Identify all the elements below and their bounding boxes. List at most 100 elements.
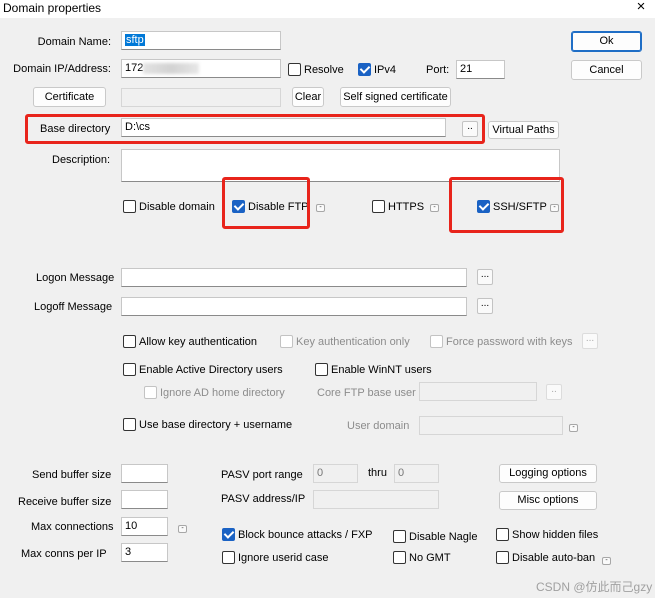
domain-properties-dialog: Domain properties × Ok Cancel Domain Nam… — [0, 0, 655, 598]
certificate-field — [121, 88, 281, 107]
key-auth-only-checkbox-box — [280, 335, 293, 348]
domain-ip-label: Domain IP/Address: — [13, 63, 111, 75]
enable-winnt-users-label: Enable WinNT users — [331, 363, 432, 376]
title-bar: Domain properties × — [0, 0, 655, 18]
port-label: Port: — [426, 64, 450, 76]
receive-buffer-label: Receive buffer size — [18, 496, 112, 508]
use-base-dir-username-label: Use base directory + username — [139, 418, 293, 431]
enable-ad-users-checkbox-box — [123, 363, 136, 376]
logoff-message-browse-button[interactable]: ... — [477, 298, 493, 314]
resolve-checkbox[interactable]: Resolve — [288, 62, 344, 77]
max-connections-label: Max connections — [31, 521, 114, 533]
disable-nagle-checkbox[interactable]: Disable Nagle — [393, 529, 477, 544]
ignore-ad-home-label: Ignore AD home directory — [160, 386, 285, 399]
pasv-address-input[interactable] — [313, 490, 439, 509]
ok-button[interactable]: Ok — [571, 31, 642, 52]
ignore-userid-case-label: Ignore userid case — [238, 551, 329, 564]
close-icon[interactable]: × — [632, 0, 650, 16]
pasv-address-label: PASV address/IP — [221, 493, 306, 505]
watermark: CSDN @仿此而己gzy — [536, 580, 653, 594]
disable-nagle-checkbox-box — [393, 530, 406, 543]
allow-key-auth-label: Allow key authentication — [139, 335, 258, 348]
block-bounce-label: Block bounce attacks / FXP — [238, 528, 373, 541]
enable-winnt-users-checkbox[interactable]: Enable WinNT users — [315, 362, 432, 377]
resolve-checkbox-box — [288, 63, 301, 76]
ignore-userid-case-checkbox-box — [222, 551, 235, 564]
force-password-keys-checkbox[interactable]: Force password with keys — [430, 334, 573, 349]
domain-name-input[interactable]: sftp — [121, 31, 281, 50]
ignore-ad-home-checkbox[interactable]: Ignore AD home directory — [144, 385, 285, 400]
disable-domain-checkbox-box — [123, 200, 136, 213]
show-hidden-files-checkbox[interactable]: Show hidden files — [496, 527, 598, 542]
disable-nagle-label: Disable Nagle — [409, 530, 478, 543]
key-settings-button[interactable]: ... — [582, 333, 598, 349]
domain-name-label: Domain Name: — [37, 36, 111, 48]
force-password-keys-label: Force password with keys — [446, 335, 573, 348]
highlight-disable-ftp — [222, 177, 310, 229]
max-connections-settings-button[interactable]: - — [178, 525, 187, 533]
obscured-ip-region — [143, 62, 200, 74]
disable-domain-label: Disable domain — [139, 200, 215, 213]
highlight-ssh-sftp — [449, 177, 564, 233]
pasv-to-input[interactable]: 0 — [394, 464, 439, 483]
logoff-message-label: Logoff Message — [34, 301, 113, 313]
logon-message-input[interactable] — [121, 268, 467, 287]
pasv-port-range-label: PASV port range — [221, 469, 303, 481]
domain-name-value: sftp — [125, 34, 145, 46]
core-ftp-base-user-input[interactable] — [419, 382, 537, 401]
cancel-button[interactable]: Cancel — [571, 60, 642, 80]
domain-ip-value: 172 — [125, 62, 144, 74]
clear-button[interactable]: Clear — [292, 87, 324, 107]
key-auth-only-checkbox[interactable]: Key authentication only — [280, 334, 410, 349]
resolve-label: Resolve — [304, 63, 344, 76]
user-domain-settings-button[interactable]: - — [569, 424, 578, 432]
pasv-from-input[interactable]: 0 — [313, 464, 358, 483]
use-base-dir-username-checkbox[interactable]: Use base directory + username — [123, 417, 292, 432]
https-settings-button[interactable]: - — [430, 204, 439, 212]
ignore-ad-home-checkbox-box — [144, 386, 157, 399]
highlight-base-directory — [25, 114, 485, 144]
no-gmt-checkbox-box — [393, 551, 406, 564]
core-ftp-base-user-label: Core FTP base user — [317, 387, 416, 399]
ipv4-checkbox-box — [358, 63, 371, 76]
https-checkbox[interactable]: HTTPS — [372, 199, 424, 214]
use-base-dir-username-checkbox-box — [123, 418, 136, 431]
virtual-paths-button[interactable]: Virtual Paths — [488, 121, 559, 139]
allow-key-auth-checkbox-box — [123, 335, 136, 348]
receive-buffer-input[interactable] — [121, 490, 168, 509]
max-conns-per-ip-input[interactable]: 3 — [121, 543, 168, 562]
ipv4-label: IPv4 — [374, 63, 397, 76]
max-connections-input[interactable]: 10 — [121, 517, 168, 536]
send-buffer-input[interactable] — [121, 464, 168, 483]
ignore-userid-case-checkbox[interactable]: Ignore userid case — [222, 550, 329, 565]
disable-domain-checkbox[interactable]: Disable domain — [123, 199, 215, 214]
logging-options-button[interactable]: Logging options — [499, 464, 597, 483]
auto-ban-settings-button[interactable]: - — [602, 557, 611, 565]
misc-options-button[interactable]: Misc options — [499, 491, 597, 510]
show-hidden-files-checkbox-box — [496, 528, 509, 541]
enable-ad-users-checkbox[interactable]: Enable Active Directory users — [123, 362, 283, 377]
user-domain-input[interactable] — [419, 416, 563, 435]
port-input[interactable]: 21 — [456, 60, 505, 79]
https-checkbox-box — [372, 200, 385, 213]
window-title: Domain properties — [3, 1, 102, 15]
disable-auto-ban-checkbox[interactable]: Disable auto-ban — [496, 550, 595, 565]
ftp-settings-button[interactable]: - — [316, 204, 325, 212]
show-hidden-files-label: Show hidden files — [512, 528, 599, 541]
block-bounce-checkbox-box — [222, 528, 235, 541]
disable-auto-ban-checkbox-box — [496, 551, 509, 564]
allow-key-auth-checkbox[interactable]: Allow key authentication — [123, 334, 257, 349]
logoff-message-input[interactable] — [121, 297, 467, 316]
core-ftp-base-user-browse-button[interactable]: .. — [546, 384, 562, 400]
enable-ad-users-label: Enable Active Directory users — [139, 363, 283, 376]
domain-ip-input[interactable]: 172 — [121, 59, 281, 78]
block-bounce-checkbox[interactable]: Block bounce attacks / FXP — [222, 527, 373, 542]
self-signed-certificate-button[interactable]: Self signed certificate — [340, 87, 451, 107]
send-buffer-label: Send buffer size — [32, 469, 112, 481]
certificate-button[interactable]: Certificate — [33, 87, 106, 107]
no-gmt-checkbox[interactable]: No GMT — [393, 550, 451, 565]
max-conns-per-ip-label: Max conns per IP — [21, 548, 107, 560]
ipv4-checkbox[interactable]: IPv4 — [358, 62, 396, 77]
logon-message-browse-button[interactable]: ... — [477, 269, 493, 285]
enable-winnt-users-checkbox-box — [315, 363, 328, 376]
